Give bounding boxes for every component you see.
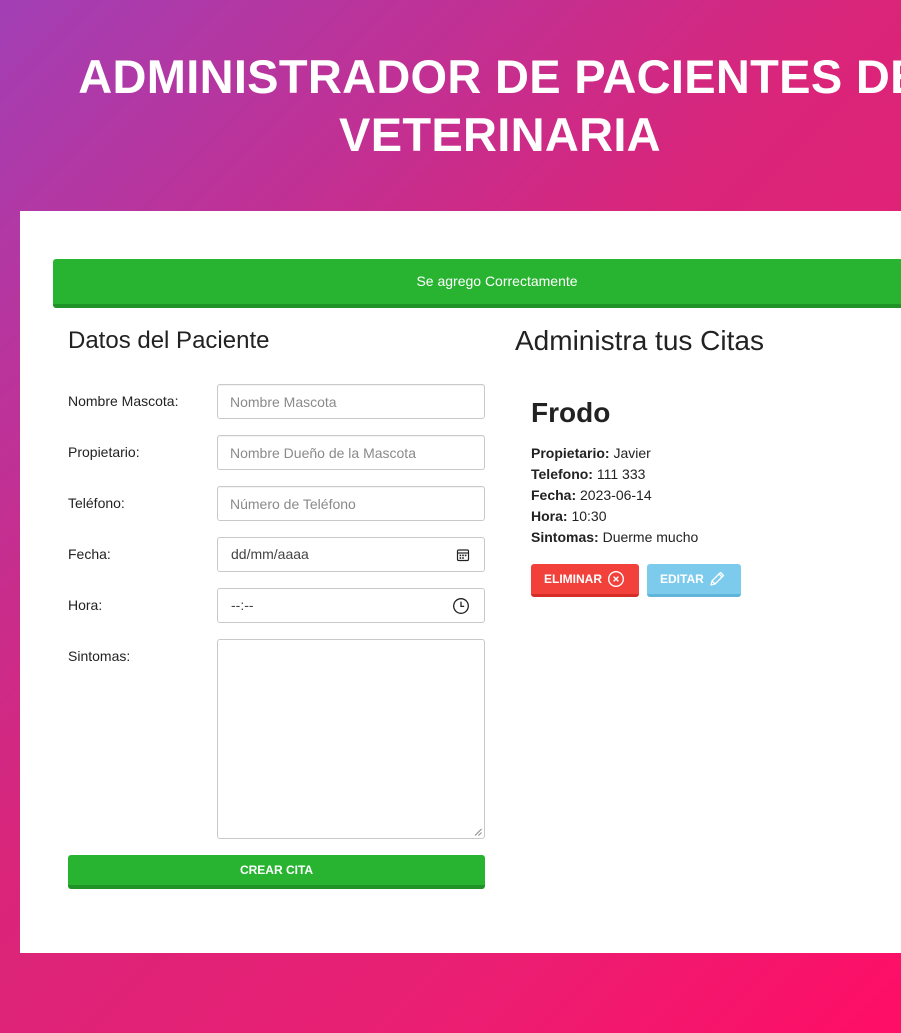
cita-hora-label: Hora: [531,508,568,524]
cita-propietario-value: Javier [613,445,651,461]
cita-hora-value: 10:30 [571,508,607,524]
mascota-label: Nombre Mascota: [68,393,179,409]
sintomas-textarea[interactable] [217,639,485,839]
mascota-input[interactable] [217,384,485,419]
editar-label: EDITAR [660,572,704,586]
citas-title: Administra tus Citas [515,325,764,356]
hora-placeholder: --:-- [231,597,254,613]
sintomas-label: Sintomas: [68,648,131,664]
cita-hora: Hora: 10:30 [531,506,891,527]
propietario-input[interactable] [217,435,485,470]
success-alert: Se agrego Correctamente [53,259,901,308]
resize-handle-icon[interactable] [474,828,482,836]
cita-propietario: Propietario: Javier [531,443,891,464]
form-title: Datos del Paciente [68,327,270,354]
eliminar-label: ELIMINAR [544,572,602,586]
cita-telefono-value: 111 333 [596,466,646,482]
hora-input[interactable]: --:-- [217,588,485,623]
cita-fecha: Fecha: 2023-06-14 [531,485,891,506]
telefono-label: Teléfono: [68,495,125,511]
cita-fecha-label: Fecha: [531,487,577,503]
pencil-icon [710,571,725,586]
main-container: Se agrego Correctamente Datos del Pacien… [20,211,901,953]
cita-propietario-label: Propietario: [531,445,610,461]
calendar-icon[interactable] [455,547,471,563]
hora-label: Hora: [68,597,103,613]
cita-card: Frodo Propietario: Javier Telefono: 111 … [531,396,891,597]
alert-message: Se agrego Correctamente [416,273,578,289]
cita-fecha-value: 2023-06-14 [580,487,652,503]
cita-mascota: Frodo [531,397,611,428]
crear-cita-button[interactable]: CREAR CITA [68,855,485,889]
telefono-input[interactable] [217,486,485,521]
cita-sintomas: Sintomas: Duerme mucho [531,527,891,548]
fecha-placeholder: dd/mm/aaaa [231,546,309,562]
eliminar-button[interactable]: ELIMINAR [531,564,639,597]
cita-telefono-label: Telefono: [531,466,593,482]
propietario-label: Propietario: [68,444,140,460]
cita-telefono: Telefono: 111 333 [531,464,891,485]
cita-sintomas-label: Sintomas: [531,529,599,545]
fecha-input[interactable]: dd/mm/aaaa [217,537,485,572]
cita-sintomas-value: Duerme mucho [602,529,699,545]
fecha-label: Fecha: [68,546,111,562]
x-circle-icon [607,570,625,588]
page-title: ADMINISTRADOR DE PACIENTES DE VETERINARI… [78,50,901,161]
editar-button[interactable]: EDITAR [647,564,741,597]
clock-icon[interactable] [452,597,470,615]
